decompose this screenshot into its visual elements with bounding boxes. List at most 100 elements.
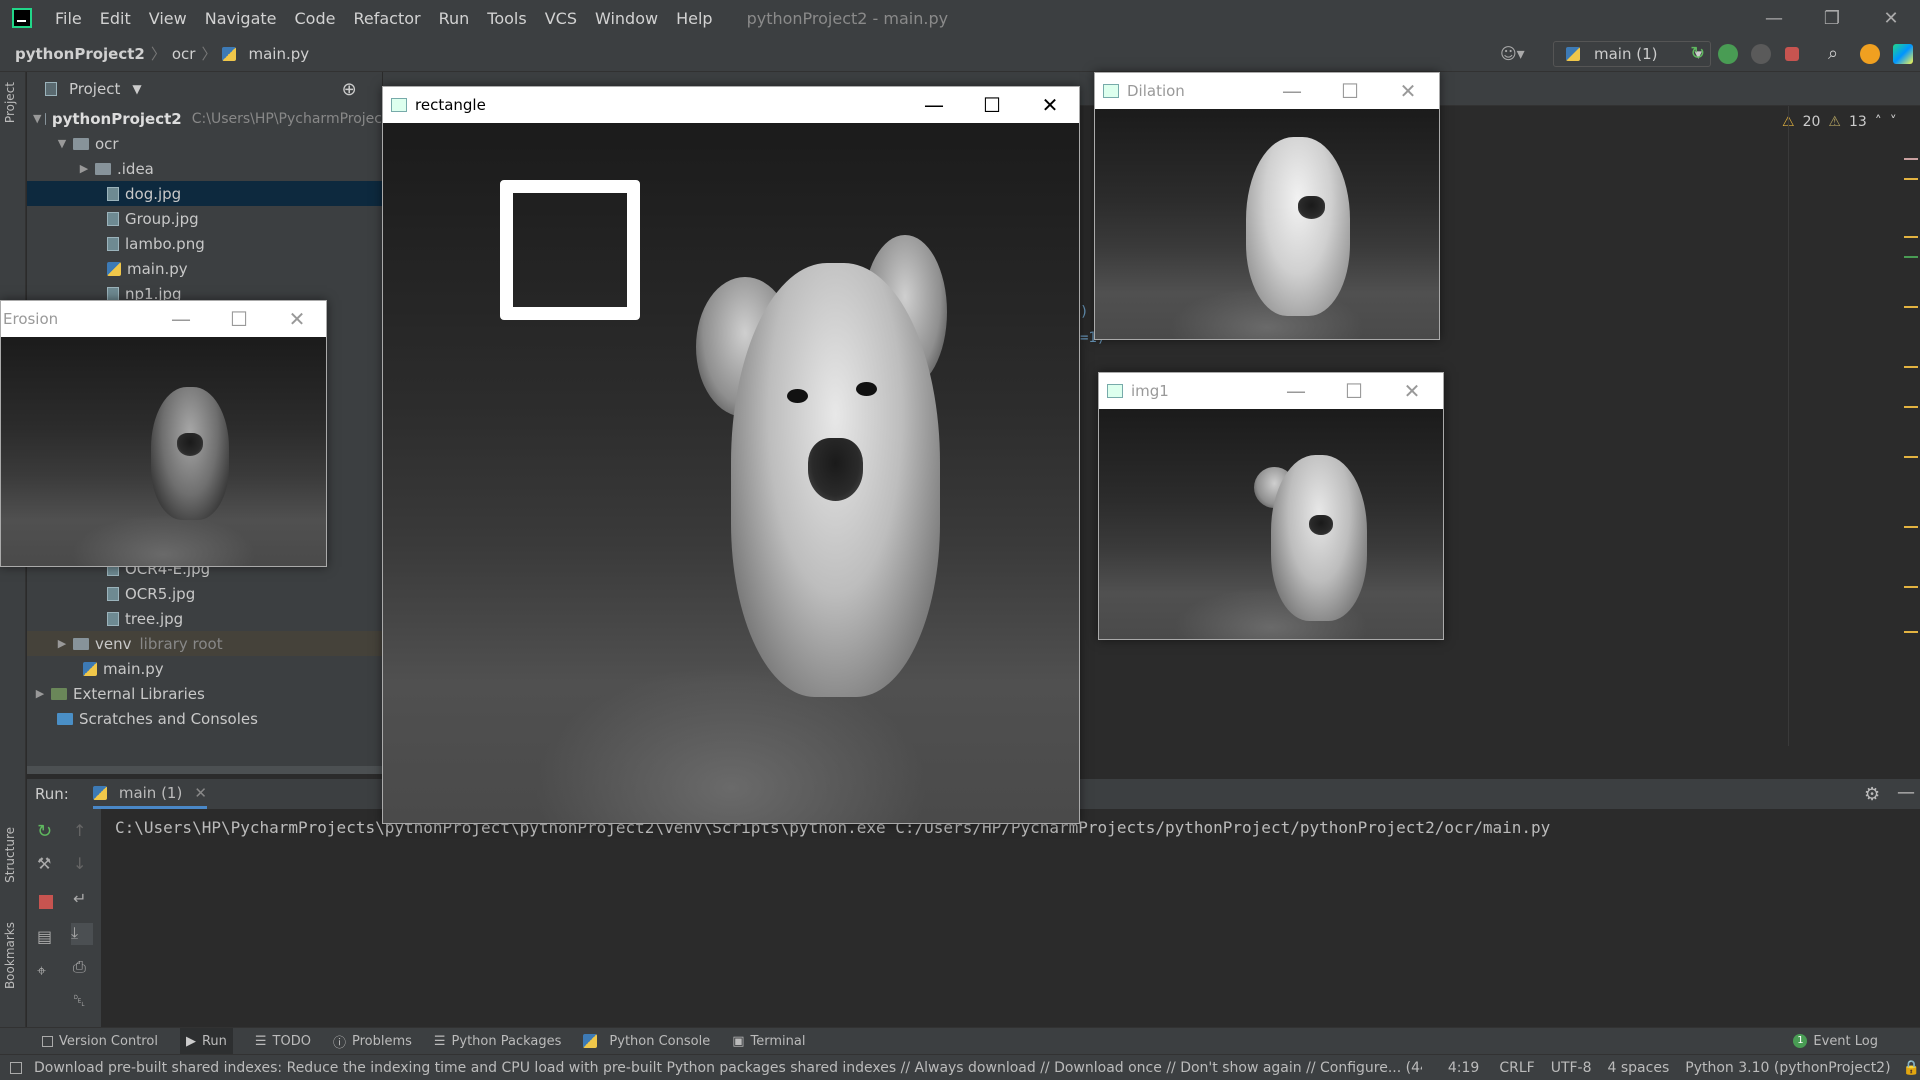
breadcrumb-file[interactable]: main.py bbox=[248, 45, 309, 63]
wrench-icon[interactable]: ⚒ bbox=[37, 854, 55, 873]
minimize-icon[interactable]: — bbox=[152, 301, 210, 337]
pin-icon[interactable]: ⌖ bbox=[37, 961, 55, 980]
tree-item-ocr5-jpg[interactable]: OCR5.jpg bbox=[27, 581, 382, 606]
run-configuration-select[interactable]: main (1) ▾ bbox=[1553, 41, 1711, 67]
tree-item-scratches[interactable]: Scratches and Consoles bbox=[27, 706, 382, 731]
print-icon[interactable]: ⎙ bbox=[73, 957, 91, 976]
toggle-tool-windows-icon[interactable] bbox=[10, 1061, 22, 1074]
menu-run[interactable]: Run bbox=[430, 9, 479, 28]
rerun-icon[interactable]: ↻ bbox=[1690, 44, 1710, 64]
restore-icon[interactable]: ❐ bbox=[1803, 0, 1861, 36]
file-encoding[interactable]: UTF-8 bbox=[1551, 1060, 1592, 1076]
maximize-icon[interactable]: ☐ bbox=[210, 301, 268, 337]
dilation-window[interactable]: Dilation — ☐ ✕ bbox=[1094, 72, 1440, 340]
tool-run[interactable]: ▶ Run bbox=[179, 1027, 233, 1055]
menu-navigate[interactable]: Navigate bbox=[196, 9, 286, 28]
down-arrow-icon[interactable]: ↓ bbox=[73, 854, 91, 873]
minimize-icon[interactable]: — bbox=[1745, 0, 1803, 36]
minimize-icon[interactable]: — bbox=[905, 87, 963, 123]
python-interpreter[interactable]: Python 3.10 (pythonProject2) bbox=[1685, 1060, 1890, 1076]
close-icon[interactable]: ✕ bbox=[1862, 0, 1920, 36]
tree-item-venv[interactable]: ▶ venv library root bbox=[27, 631, 382, 656]
jetbrains-icon[interactable] bbox=[1893, 44, 1913, 64]
close-icon[interactable]: ✕ bbox=[1021, 87, 1079, 123]
tool-version-control[interactable]: Version Control bbox=[42, 1034, 158, 1049]
erosion-window[interactable]: Erosion — ☐ ✕ bbox=[0, 300, 327, 567]
tree-item-dog-jpg[interactable]: dog.jpg bbox=[27, 181, 382, 206]
lock-icon[interactable]: 🔒 bbox=[1903, 1060, 1920, 1076]
menu-window[interactable]: Window bbox=[586, 9, 667, 28]
stop-icon[interactable] bbox=[1785, 47, 1799, 61]
menu-view[interactable]: View bbox=[140, 9, 196, 28]
project-tool-tab[interactable]: Project bbox=[3, 82, 17, 123]
run-console[interactable] bbox=[27, 809, 1920, 1027]
close-icon[interactable]: ✕ bbox=[1383, 373, 1441, 409]
user-icon[interactable]: ☺▾ bbox=[1500, 44, 1530, 64]
close-icon[interactable]: ✕ bbox=[1379, 73, 1437, 109]
gear-icon[interactable]: ⚙ bbox=[1864, 784, 1880, 805]
update-icon[interactable] bbox=[1860, 44, 1880, 64]
run-tab[interactable]: main (1) ✕ bbox=[92, 779, 207, 809]
menu-code[interactable]: Code bbox=[286, 9, 345, 28]
soft-wrap-icon[interactable]: ↵ bbox=[73, 889, 91, 908]
tool-terminal[interactable]: ▣ Terminal bbox=[732, 1034, 805, 1049]
chevron-down-icon[interactable]: ▼ bbox=[33, 112, 41, 125]
line-separator[interactable]: CRLF bbox=[1499, 1060, 1534, 1076]
tree-item-external-libraries[interactable]: ▶ External Libraries bbox=[27, 681, 382, 706]
scroll-to-end-icon[interactable]: ⤓ bbox=[71, 923, 93, 945]
stop-icon[interactable] bbox=[39, 895, 53, 909]
breadcrumb-project[interactable]: pythonProject2 bbox=[15, 45, 145, 63]
menu-tools[interactable]: Tools bbox=[478, 9, 535, 28]
project-panel-title[interactable]: Project bbox=[69, 80, 120, 98]
maximize-icon[interactable]: ☐ bbox=[963, 87, 1021, 123]
breadcrumb-folder[interactable]: ocr bbox=[172, 45, 196, 63]
menu-help[interactable]: Help bbox=[667, 9, 721, 28]
chevron-right-icon[interactable]: ▶ bbox=[55, 637, 69, 650]
maximize-icon[interactable]: ☐ bbox=[1321, 73, 1379, 109]
inspection-widget[interactable]: ⚠ 20 ⚠ 13 ˄ ˅ bbox=[1782, 114, 1897, 130]
tool-todo[interactable]: ☰ TODO bbox=[255, 1034, 311, 1049]
chevron-right-icon[interactable]: ▶ bbox=[33, 687, 47, 700]
indent-setting[interactable]: 4 spaces bbox=[1608, 1060, 1670, 1076]
chevron-down-icon[interactable]: ▼ bbox=[55, 137, 69, 150]
up-arrow-icon[interactable]: ↑ bbox=[73, 821, 91, 840]
close-icon[interactable]: ✕ bbox=[268, 301, 326, 337]
close-icon[interactable]: ✕ bbox=[194, 784, 207, 802]
debug-icon[interactable] bbox=[1718, 44, 1738, 64]
error-stripe[interactable] bbox=[1900, 106, 1920, 752]
menu-vcs[interactable]: VCS bbox=[536, 9, 586, 28]
rectangle-window[interactable]: rectangle — ☐ ✕ bbox=[382, 86, 1080, 824]
minimize-icon[interactable]: — bbox=[1263, 73, 1321, 109]
tree-item-idea[interactable]: ▶ .idea bbox=[27, 156, 382, 181]
minimize-icon[interactable]: — bbox=[1267, 373, 1325, 409]
locate-icon[interactable]: ⊕ bbox=[342, 79, 357, 100]
tool-python-console[interactable]: Python Console bbox=[583, 1034, 710, 1049]
tool-event-log[interactable]: 1 Event Log bbox=[1793, 1034, 1878, 1049]
chevron-down-icon[interactable]: ▼ bbox=[132, 82, 141, 96]
trash-icon[interactable]: ␡ bbox=[73, 991, 91, 1010]
status-message[interactable]: Download pre-built shared indexes: Reduc… bbox=[34, 1060, 1422, 1076]
rerun-icon[interactable]: ↻ bbox=[37, 821, 55, 842]
tool-python-packages[interactable]: ☰ Python Packages bbox=[434, 1034, 562, 1049]
layout-icon[interactable]: ▤ bbox=[37, 927, 55, 946]
hide-panel-icon[interactable]: — bbox=[1897, 782, 1915, 803]
chevron-down-icon[interactable]: ˅ bbox=[1890, 114, 1897, 130]
tree-item-lambo-png[interactable]: lambo.png bbox=[27, 231, 382, 256]
chevron-right-icon[interactable]: ▶ bbox=[77, 162, 91, 175]
tree-item-main-py[interactable]: main.py bbox=[27, 256, 382, 281]
tree-item-tree-jpg[interactable]: tree.jpg bbox=[27, 606, 382, 631]
maximize-icon[interactable]: ☐ bbox=[1325, 373, 1383, 409]
tree-item-ocr[interactable]: ▼ ocr bbox=[27, 131, 382, 156]
tree-item-group-jpg[interactable]: Group.jpg bbox=[27, 206, 382, 231]
menu-refactor[interactable]: Refactor bbox=[344, 9, 429, 28]
caret-position[interactable]: 4:19 bbox=[1448, 1060, 1479, 1076]
tree-item-root-main-py[interactable]: main.py bbox=[27, 656, 382, 681]
tree-item-root[interactable]: ▼ pythonProject2 C:\Users\HP\PycharmProj… bbox=[27, 106, 382, 131]
menu-file[interactable]: File bbox=[46, 9, 91, 28]
img1-window[interactable]: img1 — ☐ ✕ bbox=[1098, 372, 1444, 640]
horizontal-scrollbar[interactable] bbox=[27, 766, 382, 774]
search-icon[interactable]: ⌕ bbox=[1828, 44, 1848, 64]
chevron-up-icon[interactable]: ˄ bbox=[1875, 114, 1882, 130]
tool-problems[interactable]: ⓘ Problems bbox=[333, 1032, 412, 1051]
bookmarks-tool-tab[interactable]: Bookmarks bbox=[3, 922, 17, 989]
